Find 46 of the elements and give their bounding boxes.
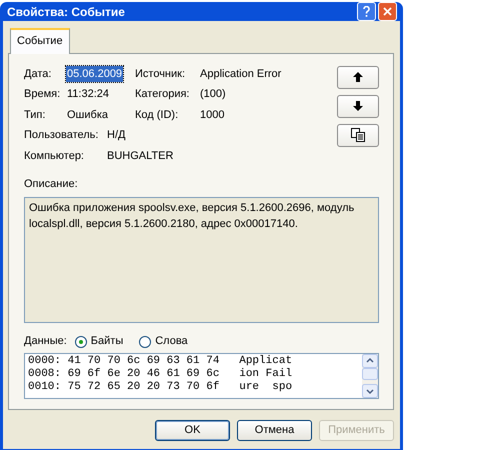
up-button[interactable]: [337, 66, 379, 88]
field-value: 1000: [199, 108, 226, 122]
radio-option[interactable]: Слова: [139, 333, 188, 350]
copy-icon: [351, 128, 365, 142]
field-value: Ошибка: [66, 108, 109, 122]
hex-row-text: 0000: 41 70 70 6c 69 63 61 74 Applicat: [28, 354, 294, 368]
field-label: Время:: [24, 87, 62, 102]
down-arrow-icon: [353, 101, 363, 111]
radio-button[interactable]: [139, 336, 152, 348]
dialog-button[interactable]: OK: [155, 420, 230, 440]
field-label: Источник:: [135, 66, 186, 82]
down-button[interactable]: [337, 94, 379, 118]
help-button[interactable]: [357, 2, 376, 21]
radio-button[interactable]: [74, 336, 87, 348]
scroll-up-icon[interactable]: [362, 354, 378, 368]
field-label: Пользователь:: [24, 128, 100, 143]
description-text: Ошибка приложения spoolsv.exe, версия 5.1.2600.2696, модуль localspl.dll, версия 5.1.2600.2180, адрес 0x00017140.: [24, 196, 379, 324]
data-label: Данные:: [24, 334, 67, 350]
field-value: Application Error: [199, 66, 282, 82]
description-label: Описание:: [24, 177, 79, 192]
radio-option[interactable]: Байты: [74, 333, 124, 350]
up-arrow-icon: [353, 72, 363, 82]
field-label: Тип:: [24, 108, 46, 122]
hex-row-text: 0008: 69 6f 6e 20 46 61 69 6c ion Fail: [28, 368, 294, 381]
scroll-down-icon[interactable]: [362, 384, 378, 398]
field-label: Категория:: [135, 87, 190, 102]
field-value: 05.06.2009: [66, 66, 124, 82]
vertical-scrollbar[interactable]: [362, 354, 378, 398]
close-icon: [383, 7, 392, 16]
radio-label: Байты: [90, 334, 124, 350]
field-label: Код (ID):: [135, 108, 180, 122]
dialog-button[interactable]: Отмена: [237, 420, 312, 440]
help-icon: [363, 6, 370, 17]
radio-label: Слова: [155, 334, 188, 350]
hex-row-text: 0010: 75 72 65 20 20 73 70 6f ure spo: [28, 380, 294, 394]
field-value: BUHGALTER: [106, 148, 174, 164]
field-label: Компьютер:: [24, 148, 85, 164]
tab[interactable]: Событие: [10, 28, 70, 54]
field-value: (100): [199, 87, 227, 102]
scroll-thumb[interactable]: [362, 368, 378, 380]
field-value: Н/Д: [106, 128, 126, 143]
copy-button[interactable]: [337, 124, 379, 146]
field-value: 11:32:24: [66, 87, 110, 102]
close-button[interactable]: [378, 2, 397, 21]
window-title: Свойства: Событие: [7, 4, 126, 20]
field-label: Дата:: [24, 66, 52, 82]
